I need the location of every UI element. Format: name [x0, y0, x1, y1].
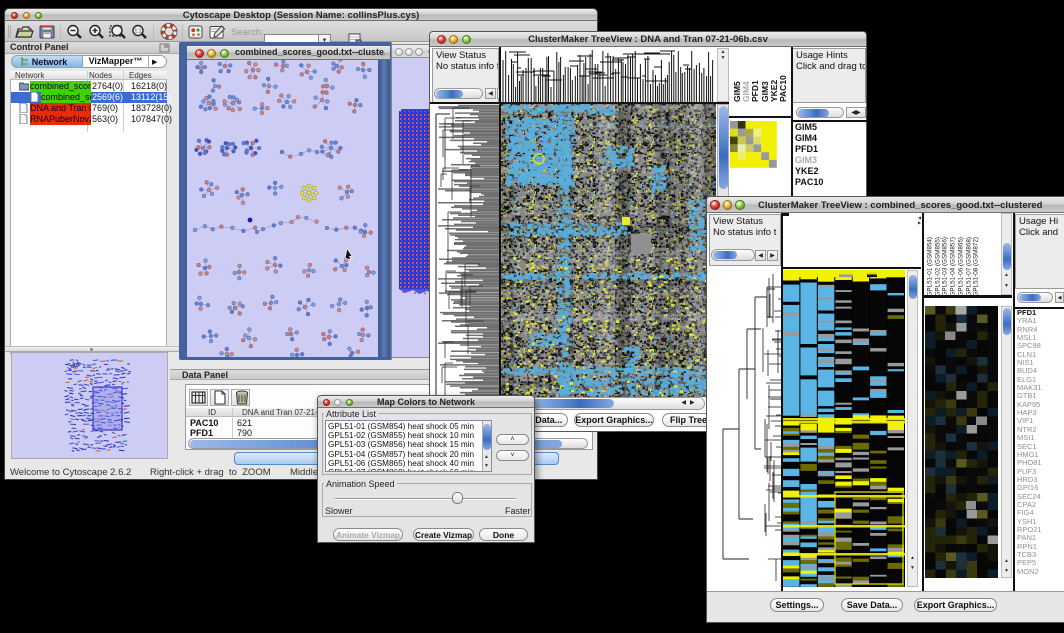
svg-text:Search:: Search:	[231, 27, 264, 38]
svg-text:1:1: 1:1	[135, 29, 142, 35]
